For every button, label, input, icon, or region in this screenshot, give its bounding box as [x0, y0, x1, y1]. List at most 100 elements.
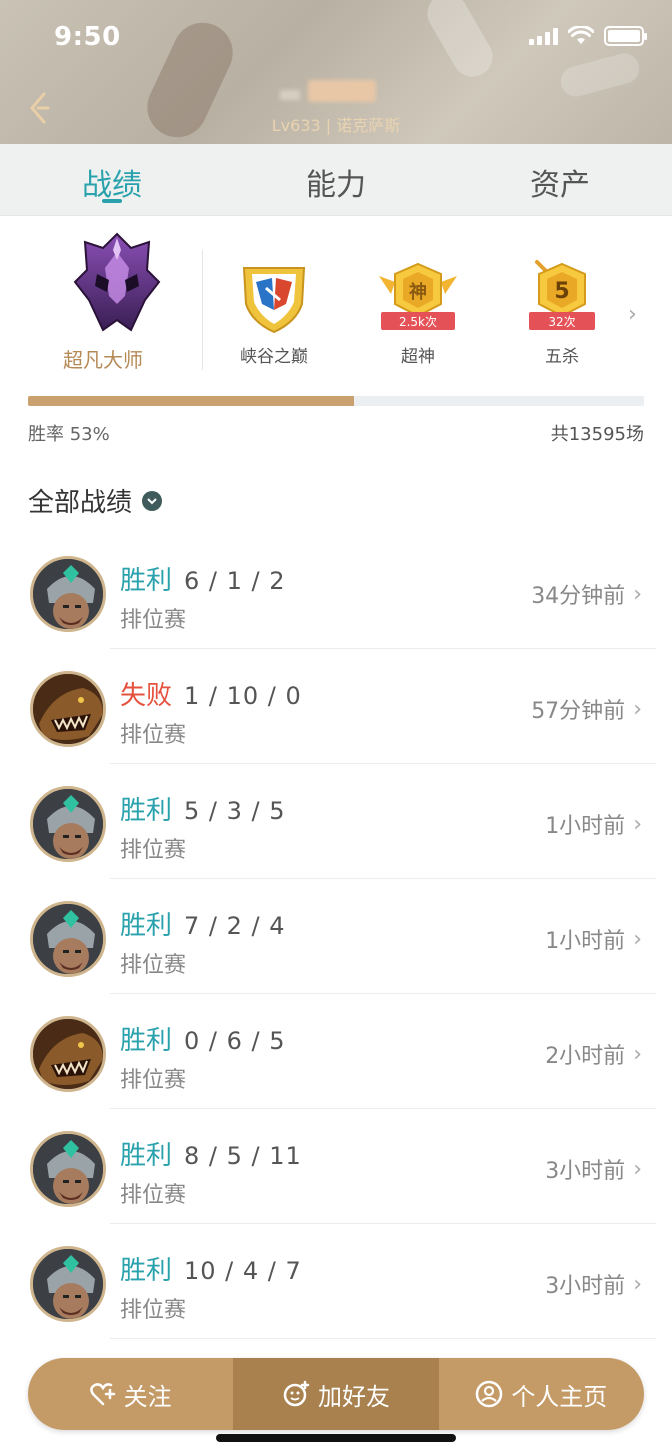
match-kda: 8 / 5 / 11 [184, 1142, 302, 1170]
badge-label: 五杀 [545, 347, 579, 367]
add-friend-label: 加好友 [317, 1382, 390, 1411]
match-row[interactable]: 胜利 0 / 6 / 5 排位赛 2小时前 › [0, 994, 672, 1109]
champion-avatar [30, 671, 106, 747]
match-time: 1小时前 [545, 814, 626, 839]
badge-pentakill[interactable]: 32次 5 五杀 [512, 260, 612, 367]
match-result: 胜利 [120, 796, 173, 826]
battery-icon [604, 26, 647, 46]
badge-summit[interactable]: 峡谷之巅 [224, 260, 324, 367]
match-row[interactable]: 胜利 10 / 4 / 7 排位赛 3小时前 › [0, 1224, 672, 1339]
match-kda: 1 / 10 / 0 [184, 682, 302, 710]
action-bar: 关注 加好友 个人主页 [28, 1358, 644, 1430]
rank-badges-area: 超凡大师 峡谷之巅 2.5k次 神 超神 32次 5 五杀 › [0, 216, 672, 384]
heart-plus-icon [89, 1383, 115, 1406]
player-name-redacted [308, 80, 376, 102]
match-row[interactable]: 胜利 7 / 2 / 4 排位赛 1小时前 › [0, 879, 672, 994]
total-games-text: 共13595场 [550, 424, 644, 445]
profile-button[interactable]: 个人主页 [439, 1358, 644, 1430]
chevron-right-icon: › [633, 696, 642, 722]
master-rank-emblem-icon [73, 232, 160, 332]
profile-header: 9:50 Lv633 | 诺克萨斯 [0, 0, 672, 144]
badge-label: 超神 [401, 347, 435, 367]
match-list: 胜利 6 / 1 / 2 排位赛 34分钟前 › 失败 1 / 10 / 0 排位赛 57分钟前… [0, 534, 672, 1339]
match-result: 胜利 [120, 911, 173, 941]
match-result: 胜利 [120, 1256, 173, 1286]
champion-avatar [30, 556, 106, 632]
divider [202, 250, 203, 370]
badge-glyph: 5 [554, 279, 569, 304]
badge-legendary[interactable]: 2.5k次 神 超神 [368, 260, 468, 367]
match-mode: 排位赛 [120, 1183, 187, 1208]
profile-label: 个人主页 [511, 1382, 608, 1411]
match-mode: 排位赛 [120, 953, 187, 978]
match-row[interactable]: 胜利 8 / 5 / 11 排位赛 3小时前 › [0, 1109, 672, 1224]
match-result: 胜利 [120, 1026, 173, 1056]
match-kda: 5 / 3 / 5 [184, 797, 286, 825]
match-mode: 排位赛 [120, 1298, 187, 1323]
match-mode: 排位赛 [120, 723, 187, 748]
wifi-icon [568, 26, 594, 44]
profile-tabs: 战绩 能力 资产 [0, 144, 672, 216]
row-divider [110, 1338, 656, 1339]
match-filter[interactable]: 全部战绩 [28, 482, 163, 519]
match-mode: 排位赛 [120, 838, 187, 863]
tab-ability[interactable]: 能力 [224, 144, 448, 215]
section-title: 全部战绩 [28, 488, 133, 518]
chevron-right-icon: › [633, 1041, 642, 1067]
follow-button[interactable]: 关注 [28, 1358, 233, 1430]
chevron-right-icon: › [633, 926, 642, 952]
add-friend-icon [283, 1380, 310, 1407]
match-kda: 7 / 2 / 4 [184, 912, 286, 940]
champion-avatar [30, 901, 106, 977]
match-result: 胜利 [120, 566, 173, 596]
match-kda: 0 / 6 / 5 [184, 1027, 286, 1055]
status-icons [529, 26, 647, 46]
chevron-down-icon [142, 490, 163, 511]
win-rate-bar [28, 396, 644, 406]
chevron-right-icon: › [633, 581, 642, 607]
match-result: 胜利 [120, 1141, 173, 1171]
badge-count: 2.5k次 [399, 315, 437, 329]
legendary-medal-icon: 2.5k次 神 [379, 262, 457, 330]
champion-avatar [30, 786, 106, 862]
cellular-signal-icon [529, 27, 558, 45]
match-time: 2小时前 [545, 1044, 626, 1069]
rank-card[interactable]: 超凡大师 [28, 230, 178, 373]
player-level-region: Lv633 | 诺克萨斯 [271, 116, 401, 135]
match-mode: 排位赛 [120, 1068, 187, 1093]
summit-shield-icon [242, 267, 306, 334]
win-rate-text: 胜率 53% [28, 424, 110, 445]
user-profile-icon [476, 1380, 503, 1408]
chevron-right-icon: › [633, 1271, 642, 1297]
win-rate-fill [28, 396, 355, 406]
pentakill-medal-icon: 32次 5 [529, 260, 595, 330]
tab-record[interactable]: 战绩 [0, 144, 224, 215]
badge-label: 峡谷之巅 [240, 347, 308, 367]
champion-avatar [30, 1131, 106, 1207]
champion-avatar [30, 1016, 106, 1092]
match-kda: 10 / 4 / 7 [184, 1257, 302, 1285]
tab-assets[interactable]: 资产 [448, 144, 672, 215]
match-row[interactable]: 失败 1 / 10 / 0 排位赛 57分钟前 › [0, 649, 672, 764]
home-indicator [216, 1434, 456, 1442]
chevron-right-icon[interactable]: › [628, 302, 637, 327]
match-time: 1小时前 [545, 929, 626, 954]
match-time: 34分钟前 [531, 584, 626, 609]
rank-label: 超凡大师 [63, 348, 143, 372]
match-row[interactable]: 胜利 6 / 1 / 2 排位赛 34分钟前 › [0, 534, 672, 649]
follow-label: 关注 [123, 1382, 172, 1411]
match-time: 3小时前 [545, 1274, 626, 1299]
match-kda: 6 / 1 / 2 [184, 567, 286, 595]
match-result: 失败 [120, 681, 173, 711]
status-time: 9:50 [54, 22, 121, 52]
chevron-right-icon: › [633, 1156, 642, 1182]
champion-avatar [30, 1246, 106, 1322]
add-friend-button[interactable]: 加好友 [233, 1358, 439, 1430]
match-mode: 排位赛 [120, 608, 187, 633]
chevron-right-icon: › [633, 811, 642, 837]
badge-count: 32次 [548, 315, 575, 329]
badge-glyph: 神 [409, 281, 427, 303]
match-time: 3小时前 [545, 1159, 626, 1184]
match-row[interactable]: 胜利 5 / 3 / 5 排位赛 1小时前 › [0, 764, 672, 879]
match-time: 57分钟前 [531, 699, 626, 724]
